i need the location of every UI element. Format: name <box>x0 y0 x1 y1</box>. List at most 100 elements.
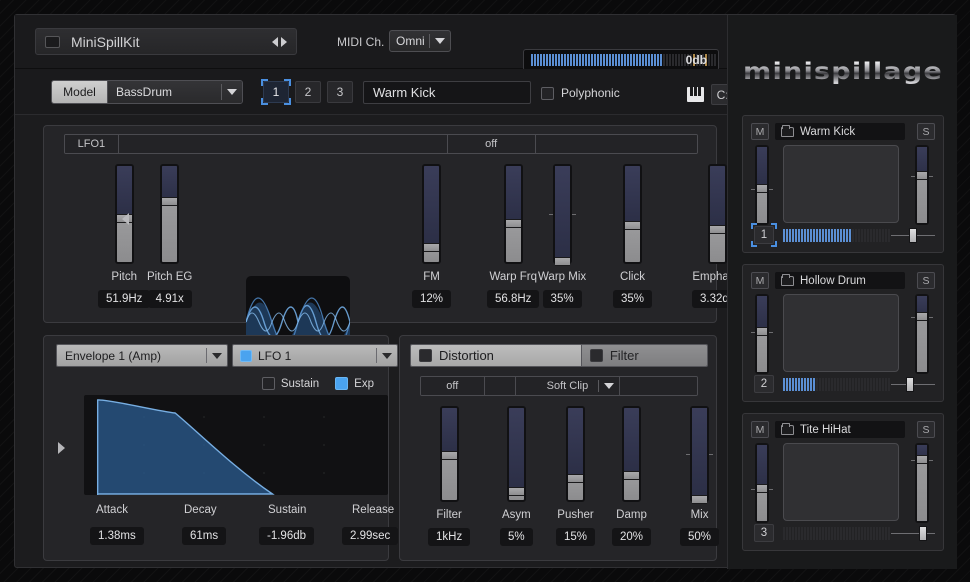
slider-handle[interactable] <box>917 312 927 322</box>
polyphonic-checkbox[interactable] <box>541 86 554 100</box>
pan-knob[interactable] <box>919 526 928 541</box>
slider-handle[interactable] <box>424 242 440 252</box>
strip-volume-slider[interactable] <box>911 145 933 225</box>
env-param-value[interactable]: 1.38ms <box>90 527 144 545</box>
effect-tabs[interactable]: Distortion Filter <box>410 344 708 367</box>
env-param-value[interactable]: 2.99sec <box>342 527 399 545</box>
strip-name-field[interactable]: Tite HiHat <box>775 421 905 438</box>
distortion-checkbox[interactable] <box>419 349 432 362</box>
lfo-enable-checkbox[interactable] <box>240 349 252 362</box>
slider-track[interactable] <box>506 406 526 502</box>
env-param-value[interactable]: 61ms <box>182 527 227 545</box>
model-value-box[interactable]: BassDrum <box>108 81 242 103</box>
pan-knob[interactable] <box>909 228 917 243</box>
slider-handle[interactable] <box>710 225 726 235</box>
layer-tab-3[interactable]: 3 <box>327 81 353 103</box>
layer-tabs[interactable]: 123 <box>261 79 353 105</box>
segment-empty[interactable] <box>535 135 697 153</box>
tab-distortion[interactable]: Distortion <box>411 345 582 366</box>
segment-empty[interactable] <box>619 377 697 395</box>
solo-button[interactable]: S <box>917 421 935 438</box>
slider-track[interactable] <box>623 164 643 264</box>
slider-track[interactable] <box>686 406 714 504</box>
strip-waveform-display[interactable] <box>783 294 899 372</box>
filter-checkbox[interactable] <box>589 349 603 362</box>
strip-pan-slider[interactable] <box>751 294 773 374</box>
lfo-select[interactable]: LFO 1 <box>232 344 398 367</box>
slider-track[interactable] <box>422 164 442 264</box>
slider-track[interactable] <box>439 406 459 502</box>
segment-off[interactable]: off <box>447 135 536 153</box>
midi-channel-select[interactable]: Omni <box>389 30 451 52</box>
slider-handle[interactable] <box>508 486 524 496</box>
slider-value[interactable]: 51.9Hz <box>98 290 151 308</box>
distortion-mode-bar[interactable]: off Soft Clip <box>420 376 698 396</box>
strip-pan-control[interactable] <box>891 228 935 243</box>
slider-track[interactable] <box>622 406 642 502</box>
slider-handle[interactable] <box>757 484 767 494</box>
segment-empty[interactable] <box>118 135 448 153</box>
strip-pan-slider[interactable] <box>751 145 773 225</box>
left-arrow-icon[interactable] <box>272 36 278 47</box>
mute-button[interactable]: M <box>751 123 769 140</box>
strip-name-field[interactable]: Hollow Drum <box>775 272 905 289</box>
exp-toggle[interactable]: Exp <box>335 377 374 390</box>
slider-value[interactable]: 35% <box>542 290 582 308</box>
mute-button[interactable]: M <box>751 272 769 289</box>
sustain-toggle[interactable]: Sustain <box>261 377 319 390</box>
strip-volume-slider[interactable] <box>911 294 933 374</box>
strip-number[interactable]: 1 <box>751 223 777 247</box>
slider-handle[interactable] <box>692 495 708 504</box>
slider-value[interactable]: 56.8Hz <box>487 290 540 308</box>
strip-name-field[interactable]: Warm Kick <box>775 123 905 140</box>
slider-track[interactable] <box>160 164 180 264</box>
lfo-segment-bar[interactable]: LFO1 off <box>64 134 698 154</box>
segment-empty[interactable] <box>484 377 517 395</box>
slider-handle[interactable] <box>757 183 767 193</box>
left-arrow-icon[interactable] <box>58 442 65 454</box>
strip-pan-control[interactable] <box>891 377 935 392</box>
slider-value[interactable]: 50% <box>680 528 720 546</box>
slider-handle[interactable] <box>624 471 640 481</box>
strip-volume-slider[interactable] <box>911 443 933 523</box>
slider-handle[interactable] <box>568 473 584 483</box>
strip-pan-control[interactable] <box>891 526 935 541</box>
slider-value[interactable]: 12% <box>412 290 452 308</box>
slider-value[interactable]: 1kHz <box>428 528 471 546</box>
solo-button[interactable]: S <box>917 272 935 289</box>
mute-button[interactable]: M <box>751 421 769 438</box>
slider-value[interactable]: 15% <box>556 528 596 546</box>
window-title-plate[interactable]: MiniSpillKit <box>35 28 297 55</box>
slider-track[interactable] <box>503 164 523 264</box>
slider-track[interactable] <box>566 406 586 502</box>
preset-nav[interactable] <box>272 36 287 47</box>
slider-value[interactable]: 4.91x <box>147 290 192 308</box>
layer-tab-1[interactable]: 1 <box>261 79 291 105</box>
sustain-checkbox[interactable] <box>261 377 275 390</box>
segment-lfo1[interactable]: LFO1 <box>65 135 119 153</box>
slider-track[interactable] <box>708 164 728 264</box>
slider-handle[interactable] <box>554 257 570 266</box>
exp-checkbox[interactable] <box>335 377 349 390</box>
slider-handle[interactable] <box>441 450 457 460</box>
polyphonic-toggle[interactable]: Polyphonic <box>541 86 620 100</box>
right-arrow-icon[interactable] <box>281 36 287 47</box>
slider-handle[interactable] <box>757 327 767 337</box>
slider-handle[interactable] <box>505 218 521 228</box>
strip-waveform-display[interactable] <box>783 145 899 223</box>
layer-tab-2[interactable]: 2 <box>295 81 321 103</box>
strip-waveform-display[interactable] <box>783 443 899 521</box>
model-select[interactable]: Model BassDrum <box>51 80 243 104</box>
slider-value[interactable]: 5% <box>500 528 533 546</box>
slider-handle[interactable] <box>917 170 927 180</box>
segment-soft-clip[interactable]: Soft Clip <box>516 377 620 395</box>
strip-number[interactable]: 3 <box>754 524 774 542</box>
strip-pan-slider[interactable] <box>751 443 773 523</box>
solo-button[interactable]: S <box>917 123 935 140</box>
slider-handle[interactable] <box>917 455 927 465</box>
slider-handle[interactable] <box>162 197 178 207</box>
slider-handle[interactable] <box>625 220 641 230</box>
preset-name-field[interactable]: Warm Kick <box>363 81 531 104</box>
strip-number[interactable]: 2 <box>754 375 774 393</box>
slider-track[interactable] <box>548 164 576 266</box>
